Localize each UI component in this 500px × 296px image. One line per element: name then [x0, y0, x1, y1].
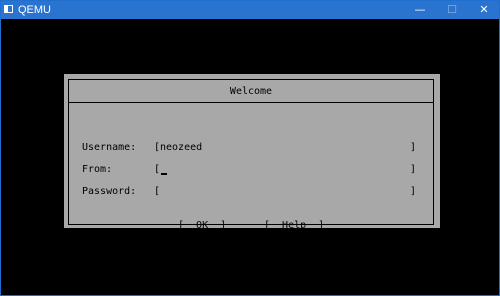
- field-bracket-close: ]: [409, 164, 416, 175]
- password-label: Password:: [82, 186, 137, 197]
- title-divider: [69, 102, 433, 103]
- field-bracket-close: ]: [409, 186, 416, 197]
- emulator-screen[interactable]: Welcome Username: [ neozeed ] From: [ ] …: [1, 19, 499, 295]
- minimize-button[interactable]: —: [405, 1, 435, 19]
- maximize-button[interactable]: ☐: [437, 1, 467, 19]
- field-bracket-open: [: [154, 186, 161, 197]
- from-label: From:: [82, 164, 113, 175]
- dialog-frame: Welcome Username: [ neozeed ] From: [ ] …: [68, 79, 434, 231]
- password-field[interactable]: [ ]: [154, 186, 416, 198]
- from-field[interactable]: [ ]: [154, 164, 416, 176]
- field-bracket-open: [: [154, 164, 161, 175]
- username-value: neozeed: [160, 142, 203, 153]
- ok-button[interactable]: [ OK ]: [178, 220, 226, 232]
- qemu-app-icon: [4, 5, 13, 13]
- close-button[interactable]: ✕: [469, 1, 499, 19]
- title-bar[interactable]: QEMU — ☐ ✕: [1, 1, 499, 19]
- welcome-dialog: Welcome Username: [ neozeed ] From: [ ] …: [64, 74, 440, 231]
- field-bracket-close: ]: [409, 142, 416, 153]
- help-button[interactable]: [ Help ]: [264, 220, 324, 232]
- window-title: QEMU: [18, 4, 51, 16]
- text-cursor: [161, 173, 167, 175]
- username-field[interactable]: [ neozeed ]: [154, 142, 416, 154]
- qemu-window: QEMU — ☐ ✕ Welcome Username: [ neozeed ]…: [0, 0, 500, 296]
- dialog-title: Welcome: [229, 86, 273, 97]
- username-label: Username:: [82, 142, 137, 153]
